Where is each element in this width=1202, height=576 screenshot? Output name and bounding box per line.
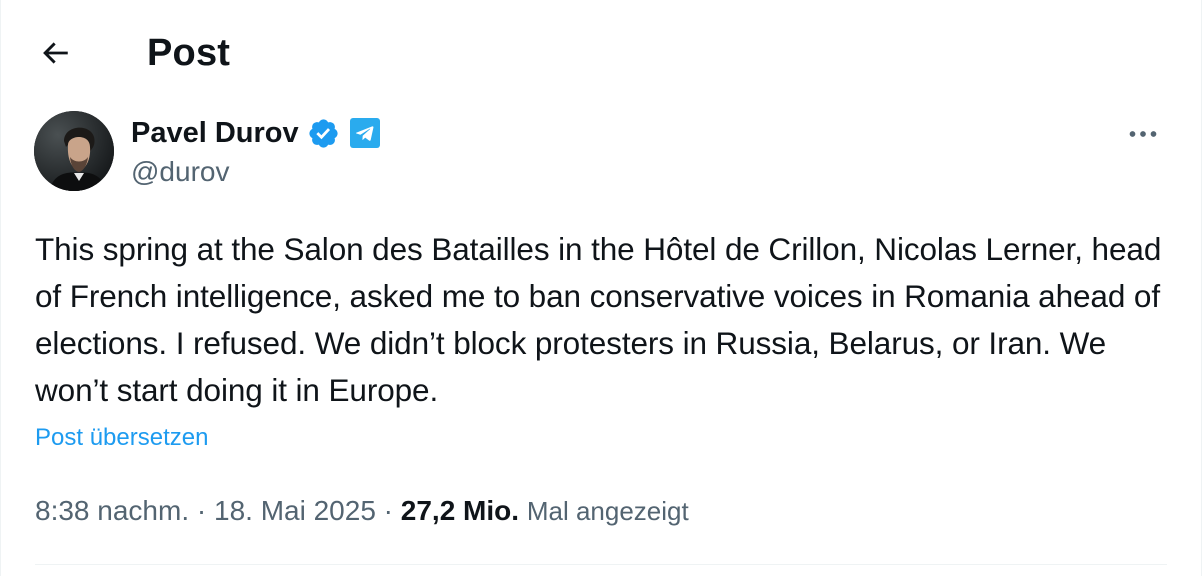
verified-badge-icon[interactable] — [307, 117, 340, 150]
translate-post-link[interactable]: Post übersetzen — [35, 423, 208, 453]
post-meta: 8:38 nachm. · 18. Mai 2025 · 27,2 Mio. M… — [35, 492, 689, 530]
post-date[interactable]: 18. Mai 2025 — [214, 495, 376, 526]
meta-separator: · — [375, 495, 401, 526]
meta-separator: · — [189, 495, 214, 526]
back-button[interactable] — [23, 21, 87, 85]
more-horizontal-icon — [1129, 131, 1157, 137]
divider — [35, 564, 1167, 565]
views-count: 27,2 Mio. — [400, 495, 520, 526]
views-label: Mal angezeigt — [526, 496, 689, 526]
avatar-image — [34, 111, 114, 191]
page-title: Post — [147, 32, 231, 74]
author-name[interactable]: Pavel Durov — [131, 115, 299, 151]
author-name-row: Pavel Durov — [131, 113, 380, 153]
post-text: This spring at the Salon des Batailles i… — [35, 231, 1162, 408]
avatar[interactable] — [34, 111, 114, 191]
post-time[interactable]: 8:38 nachm. — [35, 495, 189, 526]
more-options-button[interactable] — [1123, 114, 1163, 154]
page-header: Post — [1, 0, 1201, 106]
arrow-left-icon — [43, 42, 68, 64]
author-handle[interactable]: @durov — [131, 155, 229, 189]
telegram-icon[interactable] — [349, 118, 380, 148]
